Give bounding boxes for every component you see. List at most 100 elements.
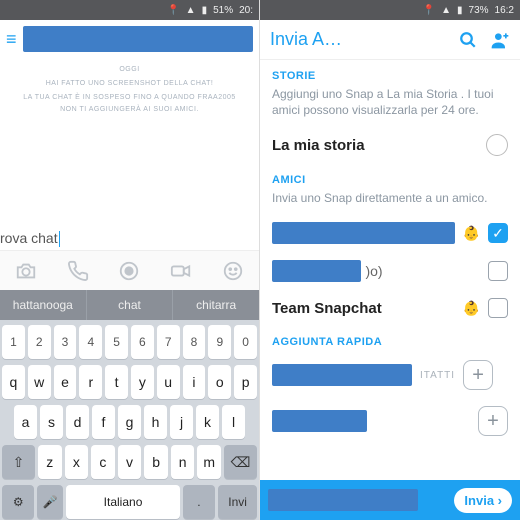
- section-stories-header: STORIE: [260, 60, 520, 86]
- wifi-icon: ▲: [186, 5, 196, 16]
- key-t[interactable]: t: [105, 365, 128, 399]
- section-stories-sub: Aggiungi uno Snap a La mia Storia . I tu…: [260, 86, 520, 126]
- friend-2-checkbox[interactable]: [488, 261, 508, 281]
- key-0[interactable]: 0: [234, 325, 257, 359]
- baby-emoji-icon: 👶: [463, 300, 480, 317]
- key-x[interactable]: x: [65, 445, 89, 479]
- key-y[interactable]: y: [131, 365, 154, 399]
- friend-row-3[interactable]: Team Snapchat 👶: [260, 290, 520, 326]
- my-story-label: La mia storia: [272, 137, 478, 154]
- key-mic[interactable]: 🎤: [37, 485, 63, 519]
- section-friends-sub: Invia uno Snap direttamente a un amico.: [260, 190, 520, 214]
- quick-add-row-2[interactable]: +: [260, 398, 520, 444]
- friend-3-checkbox[interactable]: [488, 298, 508, 318]
- friend-2-suffix: )o): [365, 263, 382, 279]
- key-send[interactable]: Invi: [218, 485, 257, 519]
- suggestion-1[interactable]: hattanooga: [0, 290, 87, 320]
- emoji-icon[interactable]: [220, 258, 246, 284]
- search-icon[interactable]: [458, 30, 478, 50]
- meta-screenshot: HAI FATTO UNO SCREENSHOT DELLA CHAT!: [18, 78, 241, 90]
- key-h[interactable]: h: [144, 405, 167, 439]
- signal-icon: ▮: [202, 5, 208, 16]
- phone-icon[interactable]: [65, 258, 91, 284]
- signal-icon: ▮: [457, 5, 463, 16]
- key-n[interactable]: n: [171, 445, 195, 479]
- key-k[interactable]: k: [196, 405, 219, 439]
- friend-1-checkbox[interactable]: ✓: [488, 223, 508, 243]
- key-f[interactable]: f: [92, 405, 115, 439]
- key-a[interactable]: a: [14, 405, 37, 439]
- selected-friend-chip[interactable]: [268, 489, 418, 511]
- keyboard-suggestions[interactable]: hattanooga chat chitarra: [0, 290, 259, 320]
- key-o[interactable]: o: [208, 365, 231, 399]
- key-q[interactable]: q: [2, 365, 25, 399]
- key-period[interactable]: .: [183, 485, 215, 519]
- quick-1-redacted: [272, 364, 412, 386]
- key-g[interactable]: g: [118, 405, 141, 439]
- wifi-icon: ▲: [441, 5, 451, 16]
- key-backspace[interactable]: ⌫: [224, 445, 257, 479]
- friend-row-2[interactable]: )o): [260, 252, 520, 290]
- key-r[interactable]: r: [79, 365, 102, 399]
- key-2[interactable]: 2: [28, 325, 51, 359]
- location-icon: 📍: [167, 5, 179, 16]
- key-d[interactable]: d: [66, 405, 89, 439]
- camera-icon[interactable]: [13, 258, 39, 284]
- key-l[interactable]: l: [222, 405, 245, 439]
- add-friend-icon[interactable]: [490, 30, 510, 50]
- key-j[interactable]: j: [170, 405, 193, 439]
- key-sym[interactable]: ⚙: [2, 485, 34, 519]
- key-9[interactable]: 9: [208, 325, 231, 359]
- meta-pending: LA TUA CHAT È IN SOSPESO FINO A QUANDO F…: [18, 92, 241, 116]
- suggestion-2[interactable]: chat: [87, 290, 174, 320]
- section-friends-header: AMICI: [260, 164, 520, 190]
- page-title: Invia A…: [270, 29, 446, 50]
- key-v[interactable]: v: [118, 445, 142, 479]
- key-8[interactable]: 8: [183, 325, 206, 359]
- key-i[interactable]: i: [183, 365, 206, 399]
- chat-input[interactable]: rova chat: [0, 226, 259, 251]
- key-p[interactable]: p: [234, 365, 257, 399]
- key-space[interactable]: Italiano: [66, 485, 179, 519]
- add-button[interactable]: +: [463, 360, 493, 390]
- my-story-row[interactable]: La mia storia: [260, 126, 520, 164]
- key-e[interactable]: e: [54, 365, 77, 399]
- location-icon: 📍: [423, 5, 435, 16]
- video-icon[interactable]: [168, 258, 194, 284]
- add-button[interactable]: +: [478, 406, 508, 436]
- friend-3-label: Team Snapchat: [272, 300, 455, 317]
- key-6[interactable]: 6: [131, 325, 154, 359]
- friend-2-redacted: [272, 260, 361, 282]
- quick-add-row-1[interactable]: ITATTI +: [260, 352, 520, 398]
- menu-icon[interactable]: ≡: [6, 29, 17, 50]
- friend-row-1[interactable]: 👶 ✓: [260, 214, 520, 252]
- status-bar: 📍 ▲ ▮ 51% 20:: [0, 0, 259, 20]
- keyboard[interactable]: 1234567890 qwertyuiop asdfghjkl ⇧zxcvbnm…: [0, 320, 259, 520]
- key-z[interactable]: z: [38, 445, 62, 479]
- key-u[interactable]: u: [157, 365, 180, 399]
- key-w[interactable]: w: [28, 365, 51, 399]
- suggestion-3[interactable]: chitarra: [173, 290, 259, 320]
- record-icon[interactable]: [116, 258, 142, 284]
- battery-text: 51%: [213, 5, 233, 16]
- quick-2-redacted: [272, 410, 367, 432]
- key-shift[interactable]: ⇧: [2, 445, 35, 479]
- key-b[interactable]: b: [144, 445, 168, 479]
- key-s[interactable]: s: [40, 405, 63, 439]
- chat-meta: OGGI HAI FATTO UNO SCREENSHOT DELLA CHAT…: [0, 58, 259, 128]
- send-button[interactable]: Invia ›: [454, 488, 512, 513]
- key-5[interactable]: 5: [105, 325, 128, 359]
- key-m[interactable]: m: [197, 445, 221, 479]
- key-7[interactable]: 7: [157, 325, 180, 359]
- key-c[interactable]: c: [91, 445, 115, 479]
- quick-contacts-label: ITATTI: [420, 370, 455, 381]
- clock-text: 20:: [239, 5, 253, 16]
- section-quick-header: AGGIUNTA RAPIDA: [260, 326, 520, 352]
- friend-name-redacted: [23, 26, 253, 52]
- my-story-select[interactable]: [486, 134, 508, 156]
- key-1[interactable]: 1: [2, 325, 25, 359]
- send-bar: Invia ›: [260, 480, 520, 520]
- clock-text: 16:2: [495, 5, 514, 16]
- key-3[interactable]: 3: [54, 325, 77, 359]
- key-4[interactable]: 4: [79, 325, 102, 359]
